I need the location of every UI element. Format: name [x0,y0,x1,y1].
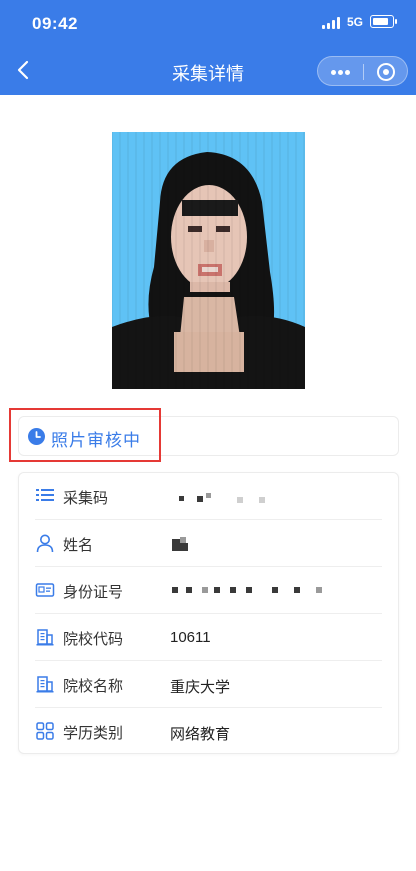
user-icon [36,534,54,553]
info-row-school-name: 院校名称 重庆大学 [19,661,400,708]
info-label: 学历类别 [63,725,124,742]
masked-name [172,537,192,553]
education-type-value: 网络教育 [170,726,231,743]
building-icon [36,629,54,646]
navigation-bar: 采集详情 [0,46,416,95]
info-row-name: 姓名 [19,520,400,567]
info-label: 姓名 [63,537,94,554]
masked-collection-code [179,491,265,505]
status-bar: 09:42 5G [0,0,416,46]
mini-program-capsule [317,56,408,86]
school-code-value: 10611 [170,629,211,646]
id-photo [112,132,305,389]
info-label: 身份证号 [63,584,124,601]
category-grid-icon [36,722,54,740]
info-label: 院校代码 [63,631,124,648]
signal-icon [322,17,342,29]
pixelated-portrait-image [112,132,305,389]
masked-id-number [172,585,332,595]
school-name-value: 重庆大学 [170,679,231,696]
status-time: 09:42 [32,14,78,33]
list-icon [36,489,54,501]
info-row-school-code: 院校代码 10611 [19,614,400,661]
info-row-id-number: 身份证号 [19,567,400,614]
info-label: 采集码 [63,490,109,507]
highlight-box [9,408,161,462]
network-type: 5G [347,15,364,29]
id-card-icon [35,583,55,597]
info-row-collection-code: 采集码 [19,473,400,520]
more-button[interactable] [318,57,363,87]
info-label: 院校名称 [63,678,124,695]
battery-icon [370,15,397,28]
info-card: 采集码 姓名 身份证号 院校代码 10611 院校名称 重庆大学 学历类别 网络… [18,472,399,754]
header-bar: 09:42 5G 采集详情 [0,0,416,95]
building-icon [36,676,54,693]
info-row-education-type: 学历类别 网络教育 [19,708,400,755]
close-button[interactable] [364,57,409,87]
